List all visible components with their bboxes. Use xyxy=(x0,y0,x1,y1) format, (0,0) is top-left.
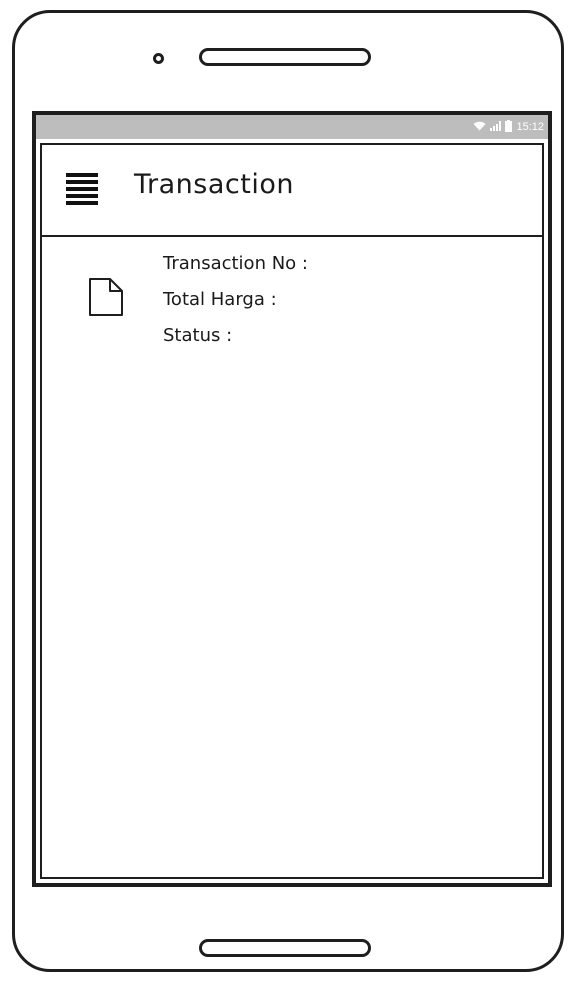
app-content: Transaction Transaction No : Total Harga… xyxy=(40,143,544,879)
wifi-icon xyxy=(473,121,486,134)
transaction-list-item[interactable]: Transaction No : Total Harga : Status : xyxy=(42,243,542,353)
total-harga-label: Total Harga : xyxy=(163,289,277,310)
battery-icon xyxy=(505,119,513,135)
app-bar: Transaction xyxy=(42,145,542,237)
screen: 15:12 Transaction Transaction No: Total… xyxy=(32,111,552,887)
document-icon xyxy=(88,277,124,321)
phone-frame: 15:12 Transaction Transaction No: Total… xyxy=(12,10,564,972)
status-label: Status : xyxy=(163,325,233,346)
camera xyxy=(153,53,164,64)
home-button[interactable] xyxy=(199,939,371,957)
page-title: Transaction xyxy=(134,169,294,200)
speaker xyxy=(199,48,371,66)
signal-icon xyxy=(490,120,502,134)
hamburger-menu-icon[interactable] xyxy=(66,173,98,205)
transaction-no-label: Transaction No : xyxy=(163,253,308,274)
status-time: 15:12 xyxy=(516,121,544,133)
status-bar: 15:12 xyxy=(36,115,548,139)
